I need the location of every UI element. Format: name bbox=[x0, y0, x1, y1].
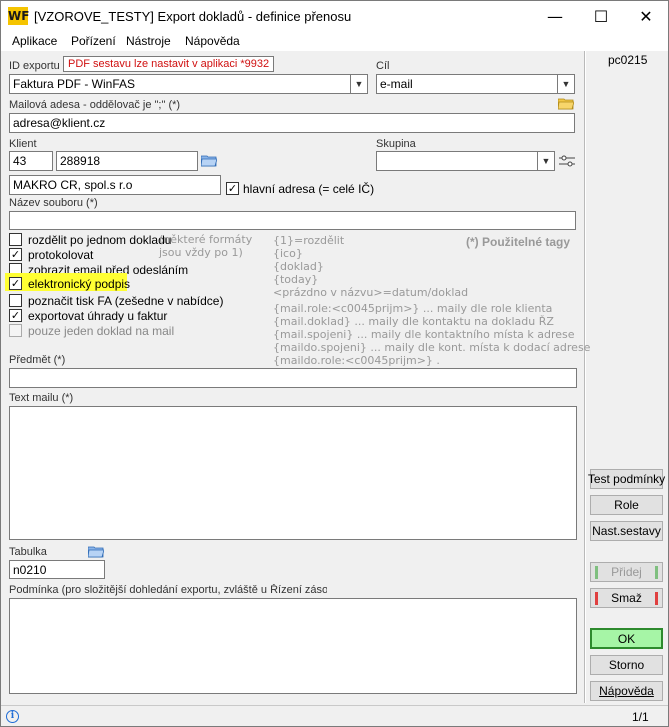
nazev-label: Název souboru (*) bbox=[9, 197, 98, 209]
mail-label: Mailová adesa - oddělovač je ";" (*) bbox=[9, 99, 181, 111]
title-bar: WF [VZOROVE_TESTY] Export dokladů - defi… bbox=[0, 0, 669, 31]
folder-open-icon[interactable] bbox=[201, 154, 217, 167]
text-mailu-label: Text mailu (*) bbox=[9, 392, 74, 404]
status-bar: i 1/1 bbox=[1, 705, 668, 726]
test-podminky-button[interactable]: Test podmínky bbox=[588, 469, 665, 489]
rozdelit-checkbox[interactable] bbox=[9, 233, 22, 246]
tag-item: {1}=rozdělit bbox=[273, 234, 345, 247]
tag-item: {today} bbox=[273, 273, 319, 286]
red-bar-icon bbox=[655, 592, 658, 605]
klient-name-input[interactable]: MAKRO CR, spol.s r.o bbox=[9, 175, 221, 195]
page-indicator: 1/1 bbox=[632, 710, 649, 724]
tooltip-pdf: PDF sestavu lze nastavit v aplikaci *993… bbox=[63, 56, 275, 72]
chevron-down-icon[interactable]: ▼ bbox=[537, 152, 554, 170]
tabulka-label: Tabulka bbox=[9, 546, 47, 558]
tag-item: {ico} bbox=[273, 247, 303, 260]
green-bar-icon bbox=[655, 566, 658, 579]
format-hint-1: (některé formáty bbox=[159, 233, 253, 246]
chevron-down-icon[interactable]: ▼ bbox=[350, 75, 367, 93]
storno-button[interactable]: Storno bbox=[590, 655, 663, 675]
predmet-input[interactable] bbox=[9, 368, 577, 388]
podminka-label: Podmínka (pro složitější dohledání expor… bbox=[9, 584, 327, 596]
smaz-button[interactable]: Smaž bbox=[590, 588, 663, 608]
mail-input[interactable]: adresa@klient.cz bbox=[9, 113, 575, 133]
mail-tag-item: {mail.spojeni} ... maily dle kontaktního… bbox=[273, 328, 575, 341]
napoveda-button[interactable]: Nápověda bbox=[590, 681, 663, 701]
pouze-jeden-label: pouze jeden doklad na mail bbox=[28, 324, 175, 338]
mail-tag-item: {mail.role:<c0045prijm>} ... maily dle r… bbox=[273, 302, 553, 315]
filter-settings-icon[interactable] bbox=[559, 154, 575, 168]
poznacit-tisk-label: poznačit tisk FA (zešedne v nabídce) bbox=[28, 294, 224, 308]
folder-open-icon[interactable] bbox=[88, 545, 104, 558]
window-title: [VZOROVE_TESTY] Export dokladů - definic… bbox=[34, 9, 352, 24]
chevron-down-icon[interactable]: ▼ bbox=[557, 75, 574, 93]
pouze-jeden-checkbox[interactable] bbox=[9, 324, 22, 337]
cil-label: Cíl bbox=[376, 60, 390, 72]
elektronicky-podpis-label: elektronický podpis bbox=[28, 277, 131, 291]
close-button[interactable]: ✕ bbox=[623, 1, 669, 32]
protokolovat-checkbox[interactable]: ✓ bbox=[9, 248, 22, 261]
klient-code-input[interactable]: 43 bbox=[9, 151, 53, 171]
poznacit-tisk-checkbox[interactable] bbox=[9, 294, 22, 307]
menu-bar: Aplikace Pořízení Nástroje Nápověda bbox=[0, 31, 669, 51]
predmet-label: Předmět (*) bbox=[9, 354, 66, 366]
elektronicky-podpis-checkbox[interactable]: ✓ bbox=[9, 277, 22, 290]
green-bar-icon bbox=[595, 566, 598, 579]
tags-title: (*) Použitelné tagy bbox=[466, 235, 571, 249]
app-logo: WF bbox=[8, 7, 30, 25]
id-export-value: Faktura PDF - WinFAS bbox=[13, 77, 136, 91]
tag-item: {doklad} bbox=[273, 260, 324, 273]
pridej-button[interactable]: Přidej bbox=[590, 562, 663, 582]
exportovat-uhrady-checkbox[interactable]: ✓ bbox=[9, 309, 22, 322]
protokolovat-label: protokolovat bbox=[28, 248, 94, 262]
panel-separator-highlight bbox=[585, 51, 586, 703]
mail-tag-item: {maildo.role:<c0045prijm>} . bbox=[273, 354, 440, 367]
id-export-select[interactable]: Faktura PDF - WinFAS ▼ bbox=[9, 74, 368, 94]
mail-tag-item: {mail.doklad} ... maily dle kontaktu na … bbox=[273, 315, 554, 328]
menu-nastroje[interactable]: Nástroje bbox=[126, 34, 171, 48]
folder-icon[interactable] bbox=[558, 97, 574, 110]
klient-number-input[interactable]: 288918 bbox=[56, 151, 198, 171]
menu-napoveda[interactable]: Nápověda bbox=[185, 34, 240, 48]
menu-porizeni[interactable]: Pořízení bbox=[71, 34, 116, 48]
skupina-select[interactable]: ▼ bbox=[376, 151, 555, 171]
form-code: pc0215 bbox=[608, 53, 648, 67]
role-button[interactable]: Role bbox=[590, 495, 663, 515]
podminka-textarea[interactable] bbox=[9, 598, 577, 694]
pridej-label: Přidej bbox=[611, 565, 642, 579]
maximize-button[interactable]: ☐ bbox=[578, 1, 624, 32]
hlavni-adresa-checkbox[interactable]: ✓ bbox=[226, 182, 239, 195]
tabulka-input[interactable]: n0210 bbox=[9, 560, 105, 579]
exportovat-uhrady-label: exportovat úhrady u faktur bbox=[28, 309, 168, 323]
mail-tag-item: {maildo.spojeni} ... maily dle kont. mís… bbox=[273, 341, 591, 354]
cil-select[interactable]: e-mail ▼ bbox=[376, 74, 575, 94]
nast-sestavy-button[interactable]: Nast.sestavy bbox=[590, 521, 663, 541]
text-mailu-textarea[interactable] bbox=[9, 406, 577, 540]
ok-button[interactable]: OK bbox=[590, 628, 663, 649]
skupina-label: Skupina bbox=[376, 138, 416, 150]
format-hint-2: jsou vždy po 1) bbox=[159, 246, 243, 259]
tag-item: <prázdno v názvu>=datum/doklad bbox=[273, 286, 469, 299]
cil-value: e-mail bbox=[380, 77, 413, 91]
menu-aplikace[interactable]: Aplikace bbox=[12, 34, 57, 48]
hlavni-adresa-label: hlavní adresa (= celé IČ) bbox=[243, 182, 375, 196]
id-label: ID exportu bbox=[9, 60, 60, 72]
smaz-label: Smaž bbox=[611, 591, 642, 605]
minimize-button[interactable]: — bbox=[532, 1, 578, 32]
rozdelit-label: rozdělit po jednom dokladu bbox=[28, 233, 172, 247]
nazev-input[interactable] bbox=[9, 211, 576, 230]
red-bar-icon bbox=[595, 592, 598, 605]
klient-label: Klient bbox=[9, 138, 37, 150]
info-icon[interactable]: i bbox=[6, 710, 19, 723]
